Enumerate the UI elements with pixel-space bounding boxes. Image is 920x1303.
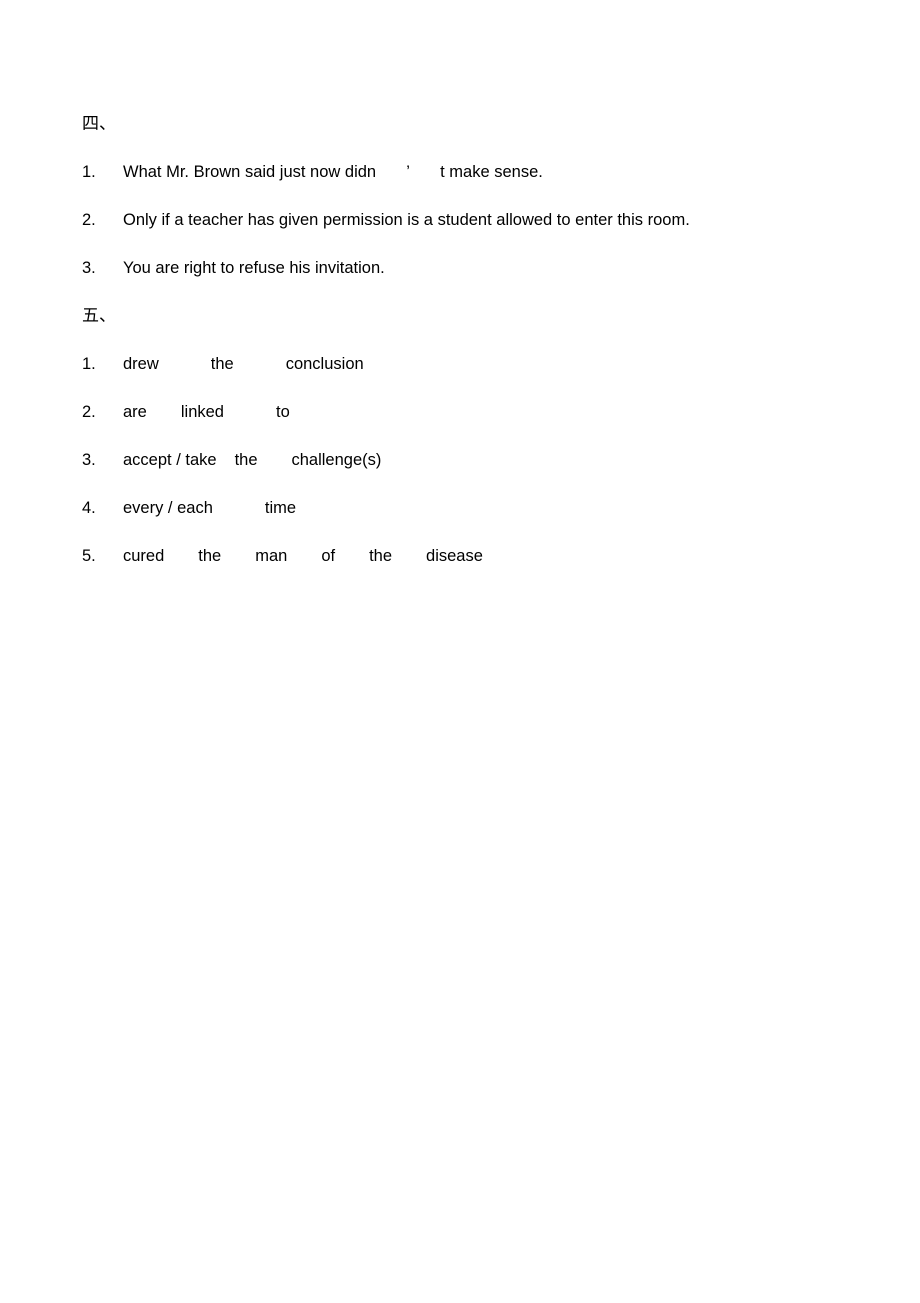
answer-segment: cured [123,547,165,565]
answer-segment: the [234,451,258,469]
answer-text: You are right to refuse his invitation. [123,259,385,277]
answer-segment: every / each [123,499,213,517]
answer-line: 1. What Mr. Brown said just now didn ’ t… [82,148,872,196]
answer-line: 4. every / each time [82,484,872,532]
answer-text: Only if a teacher has given permission i… [123,211,690,229]
answer-number: 5. [82,547,96,565]
answer-segment: challenge(s) [291,451,382,469]
answer-segment: the [369,547,393,565]
answer-text-before-apostrophe: What Mr. Brown said just now didn [123,163,377,181]
answer-segment: time [264,499,297,517]
answer-segment: the [198,547,222,565]
answer-segment: accept / take [123,451,217,469]
answer-number: 2. [82,211,96,229]
section-heading-five: 五、 [82,306,116,326]
answer-segment: conclusion [285,355,364,373]
answer-segment: disease [426,547,483,565]
answer-number: 3. [82,451,96,469]
answer-line: 2. are linked to [82,388,872,436]
answer-line: 1. drew the conclusion [82,340,872,388]
answer-number: 1. [82,163,96,181]
answer-segment: linked [180,403,224,421]
section-heading-four: 四、 [82,114,116,134]
answer-line: 2. Only if a teacher has given permissio… [82,196,872,244]
answer-line: 3. accept / take the challenge(s) [82,436,872,484]
answer-number: 4. [82,499,96,517]
answer-segment: drew [123,355,159,373]
answer-number: 3. [82,259,96,277]
answer-segment: the [210,355,234,373]
document-body: 四、 1. What Mr. Brown said just now didn … [82,100,872,580]
answer-number: 2. [82,403,96,421]
answer-line: 3. You are right to refuse his invitatio… [82,244,872,292]
answer-line: 5. cured the man of the disease [82,532,872,580]
answer-segment: man [255,547,288,565]
answer-segment: to [275,403,290,421]
answer-number: 1. [82,355,96,373]
answer-text-after-apostrophe: t make sense. [440,163,543,181]
answer-segment: of [321,547,336,565]
document-page: 四、 1. What Mr. Brown said just now didn … [0,0,920,1303]
answer-segment: are [123,403,147,421]
apostrophe-glyph: ’ [406,163,410,181]
